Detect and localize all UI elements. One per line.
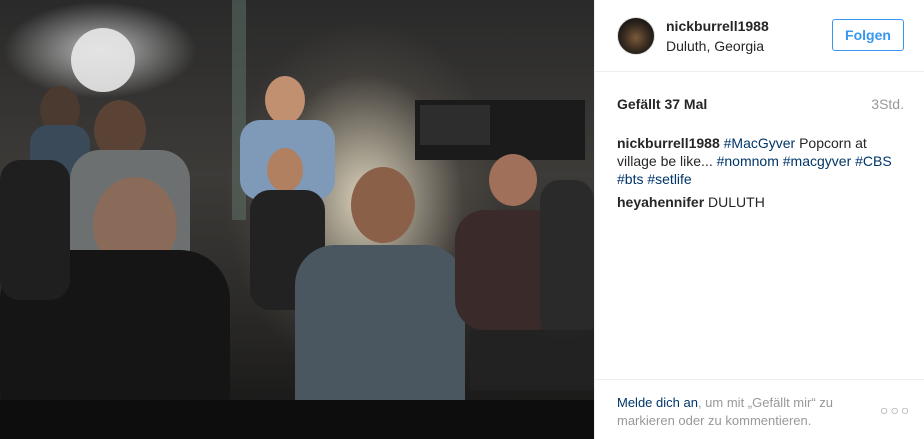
- post-time[interactable]: 3Std.: [871, 96, 904, 112]
- username[interactable]: nickburrell1988: [666, 18, 769, 34]
- post-photo[interactable]: [0, 0, 594, 439]
- comment-text: DULUTH: [708, 194, 765, 210]
- avatar[interactable]: [617, 17, 655, 55]
- hashtag-cbs[interactable]: #CBS: [855, 153, 892, 169]
- hashtag-setlife[interactable]: #setlife: [647, 171, 691, 187]
- instagram-post: nickburrell1988 Duluth, Georgia Folgen G…: [0, 0, 924, 439]
- hashtag-bts[interactable]: #bts: [617, 171, 643, 187]
- location[interactable]: Duluth, Georgia: [666, 38, 764, 54]
- caption-username[interactable]: nickburrell1988: [617, 135, 720, 151]
- comment: heyahennifer DULUTH: [617, 194, 765, 210]
- caption: nickburrell1988 #MacGyver Popcorn at vil…: [617, 134, 907, 188]
- login-link[interactable]: Melde dich an: [617, 395, 698, 410]
- post-header: nickburrell1988 Duluth, Georgia Folgen: [595, 0, 924, 72]
- more-horizontal-icon[interactable]: ○○○: [880, 402, 911, 418]
- likes-count[interactable]: Gefällt 37 Mal: [617, 96, 707, 112]
- comment-username[interactable]: heyahennifer: [617, 194, 704, 210]
- post-sidebar: nickburrell1988 Duluth, Georgia Folgen G…: [594, 0, 924, 439]
- hashtag-nomnom[interactable]: #nomnom: [717, 153, 779, 169]
- follow-button[interactable]: Folgen: [832, 19, 904, 51]
- post-footer: Melde dich an, um mit „Gefällt mir“ zu m…: [595, 379, 924, 439]
- login-prompt: Melde dich an, um mit „Gefällt mir“ zu m…: [617, 394, 867, 430]
- photo-scene: [0, 0, 594, 439]
- hashtag-macgyver[interactable]: #MacGyver: [724, 135, 796, 151]
- hashtag-macgyver-lower[interactable]: #macgyver: [783, 153, 851, 169]
